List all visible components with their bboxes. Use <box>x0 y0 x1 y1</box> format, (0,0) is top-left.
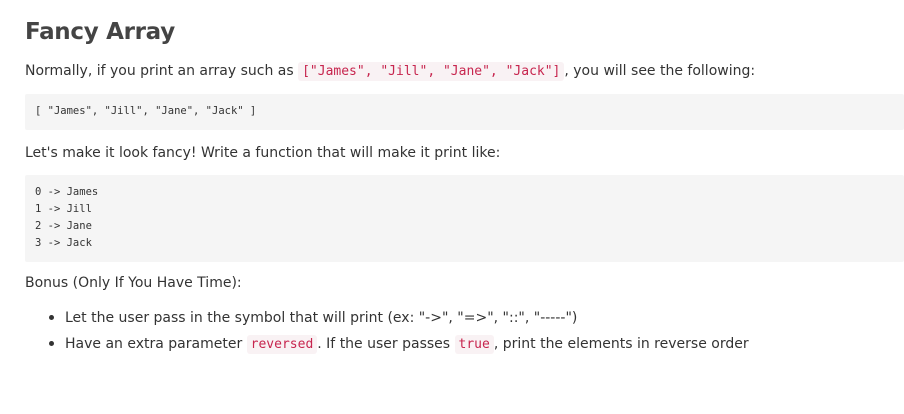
code-line: 0 -> James <box>35 186 99 198</box>
bonus-heading: Bonus (Only If You Have Time): <box>25 275 242 291</box>
bonus-item-text-middle: . If the user passes <box>317 336 455 352</box>
code-line: 3 -> Jack <box>35 237 92 249</box>
reversed-inline-code: reversed <box>246 335 318 354</box>
intro-text-after: , you will see the following: <box>564 63 756 79</box>
fancy-prompt-paragraph: Let's make it look fancy! Write a functi… <box>25 145 501 161</box>
array-inline-code: ["James", "Jill", "Jane", "Jack"] <box>298 62 565 81</box>
code-line: 1 -> Jill <box>35 203 92 215</box>
code-line: [ "James", "Jill", "Jane", "Jack" ] <box>35 105 257 117</box>
page-title: Fancy Array <box>25 19 175 45</box>
bullet-icon <box>49 341 54 346</box>
intro-paragraph: Normally, if you print an array such as … <box>25 61 755 82</box>
code-line: 2 -> Jane <box>35 220 92 232</box>
bonus-item-text: Let the user pass in the symbol that wil… <box>65 310 578 326</box>
bullet-icon <box>49 315 54 320</box>
bonus-list: Let the user pass in the symbol that wil… <box>25 306 749 358</box>
bonus-item-text-before: Have an extra parameter <box>65 336 247 352</box>
list-item: Have an extra parameter reversed. If the… <box>25 332 749 358</box>
plain-output-code-block: [ "James", "Jill", "Jane", "Jack" ] <box>25 94 904 130</box>
bonus-item-text-after: , print the elements in reverse order <box>493 336 749 352</box>
intro-text-before: Normally, if you print an array such as <box>25 63 299 79</box>
true-inline-code: true <box>454 335 494 354</box>
list-item: Let the user pass in the symbol that wil… <box>25 306 749 332</box>
fancy-output-code-block: 0 -> James 1 -> Jill 2 -> Jane 3 -> Jack <box>25 175 904 262</box>
